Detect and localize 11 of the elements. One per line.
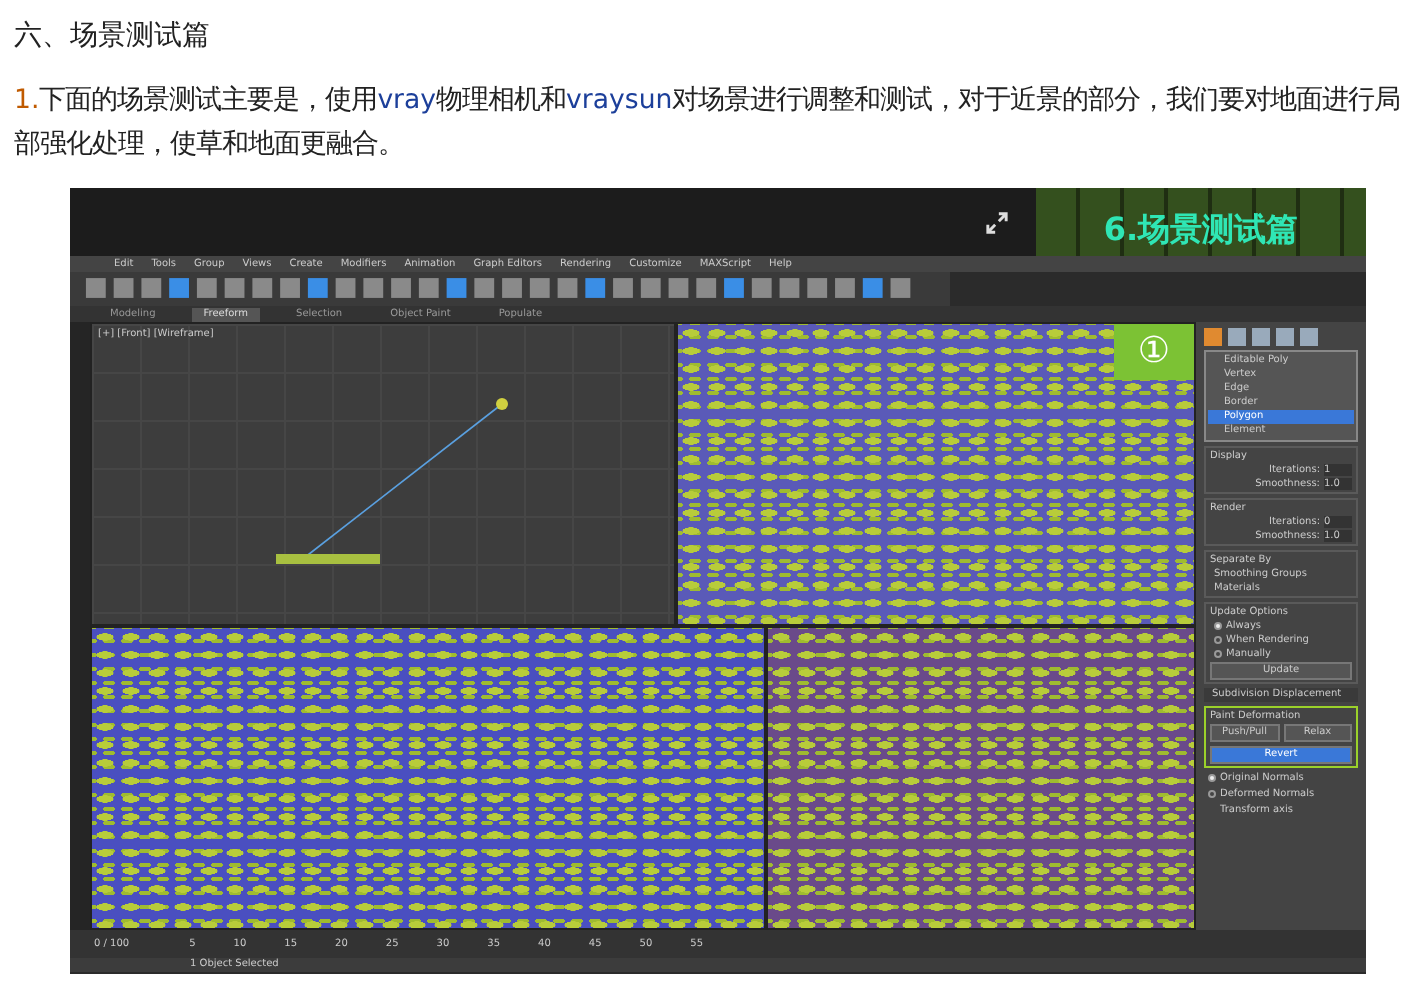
step-badge: ① bbox=[1114, 324, 1194, 380]
radio-button[interactable] bbox=[1214, 622, 1222, 630]
intro-paragraph: 1.下面的场景测试主要是，使用vray物理相机和vraysun对场景进行调整和测试，对于近景的部分，我们要对地面进行局部强化处理，使草和地面更融合。 bbox=[14, 83, 1403, 164]
section-heading: 六、场景测试篇 bbox=[12, 18, 212, 54]
expand-icon bbox=[986, 211, 1008, 233]
panel-tabs-drawing bbox=[1204, 328, 1324, 346]
radio-button[interactable] bbox=[1214, 650, 1222, 658]
radio-button[interactable] bbox=[1214, 636, 1222, 644]
radio-button[interactable] bbox=[1208, 774, 1216, 782]
banner-title: 6.场景测试篇 bbox=[1103, 208, 1299, 252]
radio-button[interactable] bbox=[1208, 790, 1216, 798]
